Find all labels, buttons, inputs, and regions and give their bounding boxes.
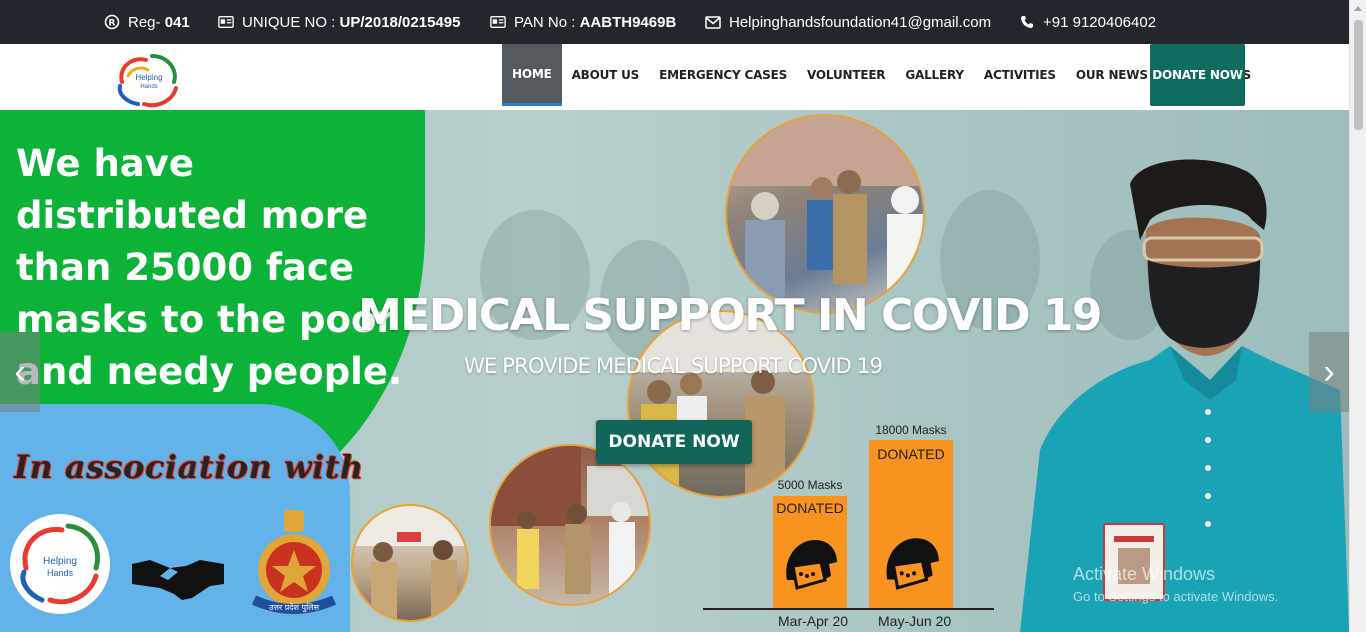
unique-label: UNIQUE NO :: [242, 13, 340, 31]
slider-next-button[interactable]: ›: [1309, 332, 1349, 412]
photo-circle-police-women: [351, 504, 469, 622]
windows-watermark-title: Activate Windows: [1073, 564, 1216, 584]
mask-bar-may-jun: DONATED: [869, 440, 953, 608]
masked-face-icon: [786, 540, 837, 590]
logo-text-helping: Helping: [135, 73, 162, 82]
nav-activities[interactable]: ACTIVITIES: [974, 44, 1066, 106]
hero-slider: We have distributed more than 25000 face…: [0, 110, 1349, 632]
bar-axis-line: [703, 608, 994, 610]
masked-face-icon: [886, 538, 939, 590]
main-navbar: Helping Hands HOME ABOUT US EMERGENCY CA…: [0, 44, 1349, 110]
page-scrollbar[interactable]: [1349, 0, 1366, 632]
bar-amount-label-2: 18000 Masks: [875, 423, 947, 437]
nav-volunteer[interactable]: VOLUNTEER: [797, 44, 895, 106]
mask-bar-mar-apr: DONATED: [773, 496, 847, 608]
bar-status-1: DONATED: [776, 500, 844, 516]
email-link[interactable]: Helpinghandsfoundation41@gmail.com: [729, 14, 991, 31]
nav-gallery[interactable]: GALLERY: [895, 44, 974, 106]
partner-logo-text-helping: Helping: [43, 556, 77, 567]
slide-title: MEDICAL SUPPORT IN COVID 19: [358, 290, 1103, 341]
bar-status-2: DONATED: [877, 446, 945, 462]
reg-value: 041: [164, 13, 190, 31]
nav-our-news[interactable]: OUR NEWS: [1066, 44, 1158, 106]
phone-icon: [1019, 14, 1035, 30]
phone-link[interactable]: +91 9120406402: [1043, 14, 1156, 31]
registration-info: R Reg- 041: [104, 0, 190, 44]
partner-logo-text-hands: Hands: [47, 568, 74, 578]
registered-icon: R: [104, 14, 120, 30]
association-heading: In association with: [14, 448, 364, 486]
bar-period-label-2: May-Jun 20: [878, 613, 952, 629]
logo-text-hands: Hands: [140, 84, 157, 90]
police-emblem-text: उत्तर प्रदेश पुलिस: [269, 602, 320, 613]
photo-circle-police-distribution: [725, 114, 925, 314]
masks-distributed-text: We have distributed more than 25000 face…: [16, 142, 403, 393]
up-police-emblem-icon: उत्तर प्रदेश पुलिस: [246, 506, 342, 618]
site-logo[interactable]: Helping Hands: [112, 50, 186, 110]
scroll-up-arrow-icon[interactable]: [1354, 6, 1362, 11]
top-info-bar: R Reg- 041 UNIQUE NO : UP/2018/0215495 P…: [0, 0, 1349, 44]
pan-label: PAN No :: [514, 13, 580, 31]
donate-now-button[interactable]: DONATE NOW: [1150, 44, 1245, 106]
unique-no-info: UNIQUE NO : UP/2018/0215495: [218, 0, 460, 44]
scrollbar-thumb[interactable]: [1354, 20, 1363, 130]
pan-info: PAN No : AABTH9469B: [490, 0, 676, 44]
partner-helping-hands-logo: Helping Hands: [10, 514, 110, 614]
pan-value: AABTH9469B: [579, 13, 677, 31]
bar-amount-label-1: 5000 Masks: [777, 478, 843, 492]
handshake-icon: [130, 554, 226, 602]
unique-value: UP/2018/0215495: [339, 13, 461, 31]
envelope-icon: [705, 14, 721, 30]
slide-donate-button[interactable]: DONATE NOW: [596, 420, 752, 464]
reg-label: Reg-: [128, 13, 165, 31]
nav-home[interactable]: HOME: [502, 44, 562, 106]
photo-circle-street-distribution: [489, 444, 651, 606]
bar-period-label-1: Mar-Apr 20: [778, 613, 849, 629]
nav-emergency-cases[interactable]: EMERGENCY CASES: [649, 44, 797, 106]
main-menu: HOME ABOUT US EMERGENCY CASES VOLUNTEER …: [502, 44, 1261, 106]
chevron-right-icon: ›: [1323, 352, 1335, 391]
volunteer-photo: [1020, 150, 1349, 632]
windows-watermark-subtitle: Go to Settings to activate Windows.: [1073, 589, 1279, 604]
slide-subtitle: WE PROVIDE MEDICAL SUPPORT COVID 19: [463, 354, 883, 378]
slider-prev-button[interactable]: ‹: [0, 332, 40, 412]
chevron-left-icon: ‹: [14, 352, 26, 391]
svg-text:R: R: [109, 19, 116, 29]
phone-info[interactable]: +91 9120406402: [1019, 0, 1156, 44]
email-info[interactable]: Helpinghandsfoundation41@gmail.com: [705, 0, 991, 44]
id-card-icon: [490, 14, 506, 30]
id-card-icon: [218, 14, 234, 30]
nav-about-us[interactable]: ABOUT US: [562, 44, 650, 106]
